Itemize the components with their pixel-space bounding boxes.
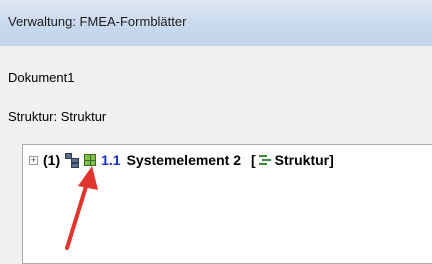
annotation-arrow: [65, 166, 98, 250]
arrow-head: [78, 166, 98, 190]
arrow-shaft: [65, 178, 90, 250]
